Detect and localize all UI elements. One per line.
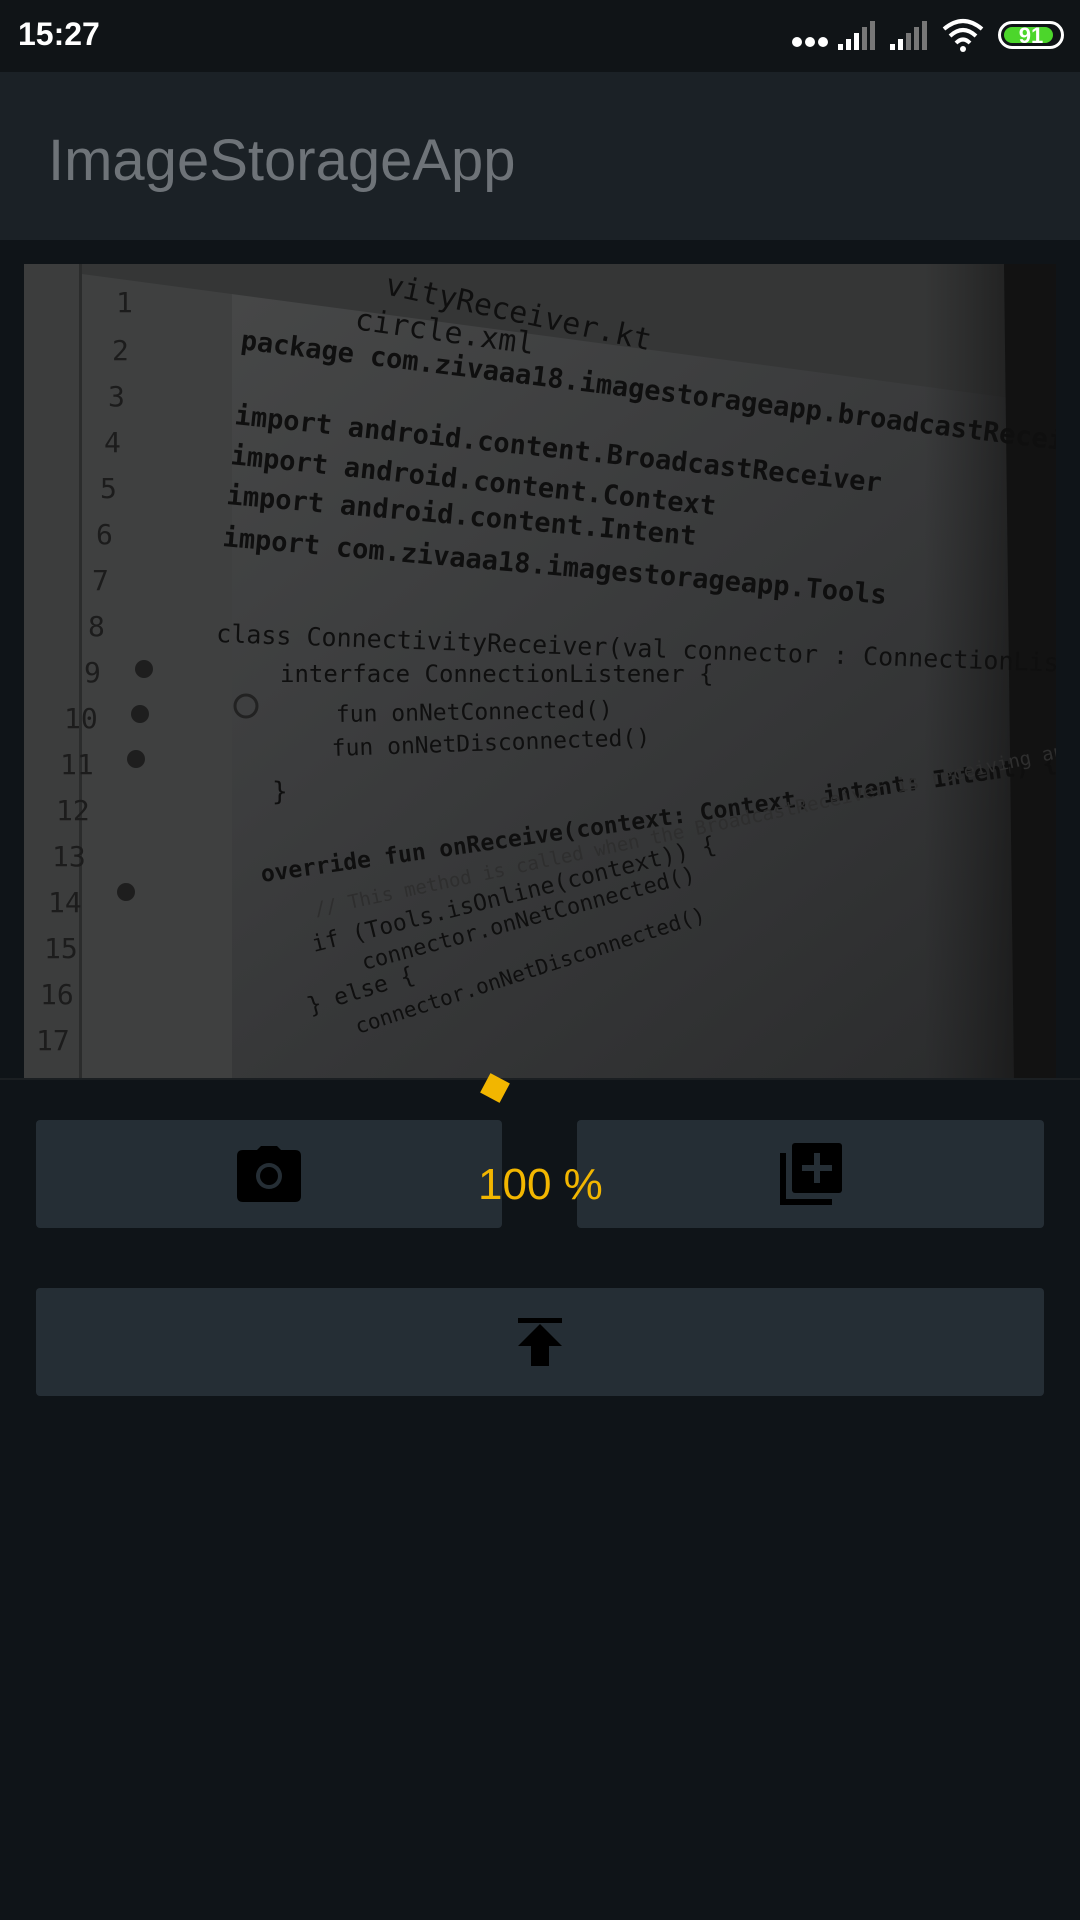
line-number: 1	[116, 286, 133, 319]
line-number: 3	[108, 380, 125, 413]
image-preview: vityReceiver.kt circle.xml 1 2 3 4 5 6 7…	[24, 264, 1056, 1078]
progress-text: 100 %	[478, 1160, 603, 1209]
code-photo: vityReceiver.kt circle.xml 1 2 3 4 5 6 7…	[24, 264, 1056, 1078]
upload-button[interactable]	[36, 1288, 1044, 1396]
status-icons: 91	[780, 0, 1080, 72]
line-number: 10	[64, 702, 98, 735]
add-to-library-icon	[779, 1143, 842, 1205]
line-number: 8	[88, 610, 105, 643]
code-line: fun onNetConnected()	[336, 697, 613, 728]
take-photo-button[interactable]	[36, 1120, 502, 1228]
more-dots-icon	[792, 37, 828, 47]
battery-icon: 91	[998, 21, 1064, 49]
line-number: 7	[92, 564, 109, 597]
status-time: 15:27	[18, 16, 100, 52]
line-number: 9	[84, 656, 101, 689]
line-number: 15	[44, 932, 78, 965]
line-number: 12	[56, 794, 90, 827]
app-bar: ImageStorageApp	[0, 72, 1080, 240]
upload-icon	[518, 1318, 562, 1366]
app-title: ImageStorageApp	[48, 128, 516, 193]
status-bar: 15:27 91	[0, 0, 1080, 72]
line-number: 13	[52, 840, 86, 873]
signal-icon	[890, 21, 927, 50]
add-image-button[interactable]	[577, 1120, 1044, 1228]
battery-level: 91	[1018, 23, 1044, 48]
camera-icon	[237, 1146, 301, 1202]
line-number: 6	[96, 518, 113, 551]
signal-icon	[838, 21, 875, 50]
line-number: 14	[48, 886, 82, 919]
line-number: 2	[112, 334, 129, 367]
wifi-icon	[942, 19, 984, 52]
preview-divider	[0, 1078, 1080, 1080]
line-number: 4	[104, 426, 121, 459]
code-line: interface ConnectionListener {	[280, 660, 713, 688]
line-number: 5	[100, 472, 117, 505]
line-number: 16	[40, 978, 74, 1011]
code-line: }	[272, 777, 288, 807]
line-number: 11	[60, 748, 94, 781]
line-number: 17	[36, 1024, 70, 1057]
